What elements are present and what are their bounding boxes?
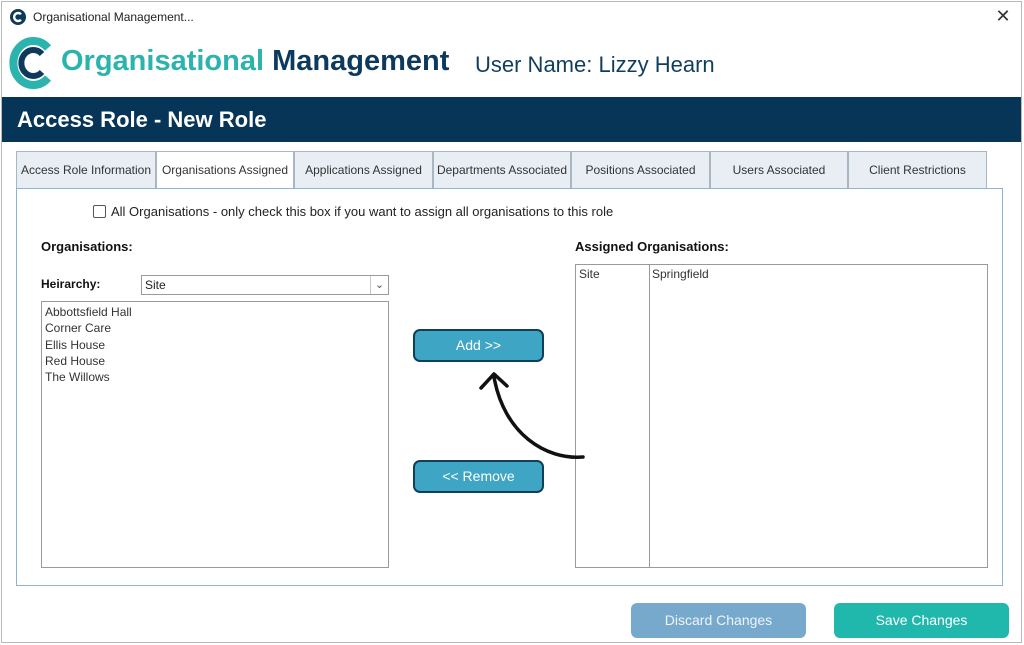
tab-access-role-information[interactable]: Access Role Information — [16, 151, 156, 188]
chevron-down-icon[interactable]: ⌄ — [370, 276, 388, 294]
hierarchy-label: Heirarchy: — [41, 277, 101, 291]
title-bar: Organisational Management... ✕ — [2, 2, 1021, 32]
all-organisations-checkbox[interactable] — [93, 205, 106, 218]
add-button[interactable]: Add >> — [413, 329, 544, 362]
brand-logo-icon — [9, 37, 52, 89]
all-organisations-option[interactable]: All Organisations - only check this box … — [93, 204, 613, 219]
tab-positions-associated[interactable]: Positions Associated — [571, 151, 710, 188]
assigned-organisations-table[interactable]: Site Springfield — [575, 264, 988, 568]
hierarchy-select[interactable]: Site ⌄ — [141, 275, 389, 295]
tab-departments-associated[interactable]: Departments Associated — [433, 151, 571, 188]
curved-arrow-icon — [479, 372, 585, 459]
hierarchy-select-value: Site — [145, 278, 166, 292]
tab-users-associated[interactable]: Users Associated — [710, 151, 848, 188]
brand-name: Organisational Management — [61, 45, 449, 78]
page-banner: Access Role - New Role — [2, 97, 1021, 142]
c-logo-icon — [10, 9, 26, 25]
close-icon[interactable]: ✕ — [993, 6, 1013, 26]
list-item[interactable]: Abbottsfield Hall — [45, 304, 385, 320]
organisations-heading: Organisations: — [41, 239, 133, 254]
user-name: User Name: Lizzy Hearn — [475, 52, 715, 77]
list-item[interactable]: The Willows — [45, 369, 385, 385]
app-header: Organisational Management User Name: Liz… — [2, 32, 1021, 96]
column-divider — [649, 265, 650, 567]
organisations-list[interactable]: Abbottsfield Hall Corner Care Ellis Hous… — [41, 301, 389, 568]
list-item[interactable]: Corner Care — [45, 320, 385, 336]
save-changes-button[interactable]: Save Changes — [834, 603, 1009, 638]
all-organisations-label: All Organisations - only check this box … — [111, 204, 614, 219]
assigned-name-cell: Springfield — [652, 267, 709, 281]
tab-organisations-assigned[interactable]: Organisations Assigned — [156, 151, 294, 190]
discard-changes-button[interactable]: Discard Changes — [631, 603, 806, 638]
tab-applications-assigned[interactable]: Applications Assigned — [294, 151, 433, 188]
assigned-type-cell: Site — [579, 267, 600, 281]
assigned-organisations-heading: Assigned Organisations: — [575, 239, 729, 254]
app-window: Organisational Management... ✕ Organisat… — [1, 1, 1022, 643]
page-title: Access Role - New Role — [17, 107, 267, 132]
list-item[interactable]: Ellis House — [45, 337, 385, 353]
window-title: Organisational Management... — [33, 10, 194, 24]
list-item[interactable]: Red House — [45, 353, 385, 369]
tab-client-restrictions[interactable]: Client Restrictions — [848, 151, 987, 188]
brand-name-part1: Organisational — [61, 45, 265, 77]
brand-name-part2: Management — [272, 45, 450, 77]
